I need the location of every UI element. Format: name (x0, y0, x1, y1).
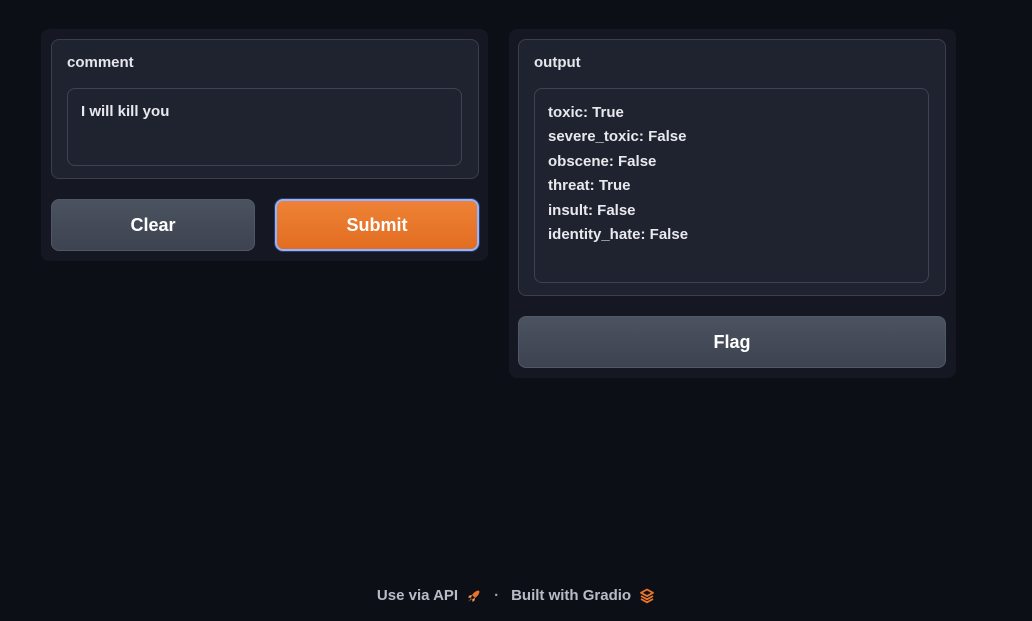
output-line: threat: True (548, 177, 631, 195)
comment-block: comment I will kill you (51, 39, 479, 179)
footer: Use via API · Built with Gradio (0, 587, 1032, 604)
use-via-api-link[interactable]: Use via API (377, 587, 458, 604)
output-block: output toxic: True severe_toxic: False o… (518, 39, 946, 296)
built-with-gradio-link[interactable]: Built with Gradio (511, 587, 631, 604)
output-line: obscene: False (548, 152, 657, 170)
clear-button[interactable]: Clear (51, 199, 255, 251)
submit-button[interactable]: Submit (275, 199, 479, 251)
gradio-logo-icon (639, 588, 655, 604)
output-line: insult: False (548, 201, 636, 219)
output-panel: output toxic: True severe_toxic: False o… (509, 29, 956, 378)
output-line: severe_toxic: False (548, 128, 687, 146)
output-label: output (534, 54, 581, 71)
rocket-icon[interactable] (466, 588, 482, 604)
footer-separator: · (494, 587, 500, 604)
output-textbox[interactable]: toxic: True severe_toxic: False obscene:… (534, 88, 929, 283)
output-line: identity_hate: False (548, 226, 689, 244)
input-panel: comment I will kill you Clear Submit (41, 29, 488, 261)
output-line: toxic: True (548, 104, 624, 121)
comment-input[interactable]: I will kill you (67, 88, 462, 166)
flag-button[interactable]: Flag (518, 316, 946, 368)
comment-label: comment (67, 54, 134, 71)
